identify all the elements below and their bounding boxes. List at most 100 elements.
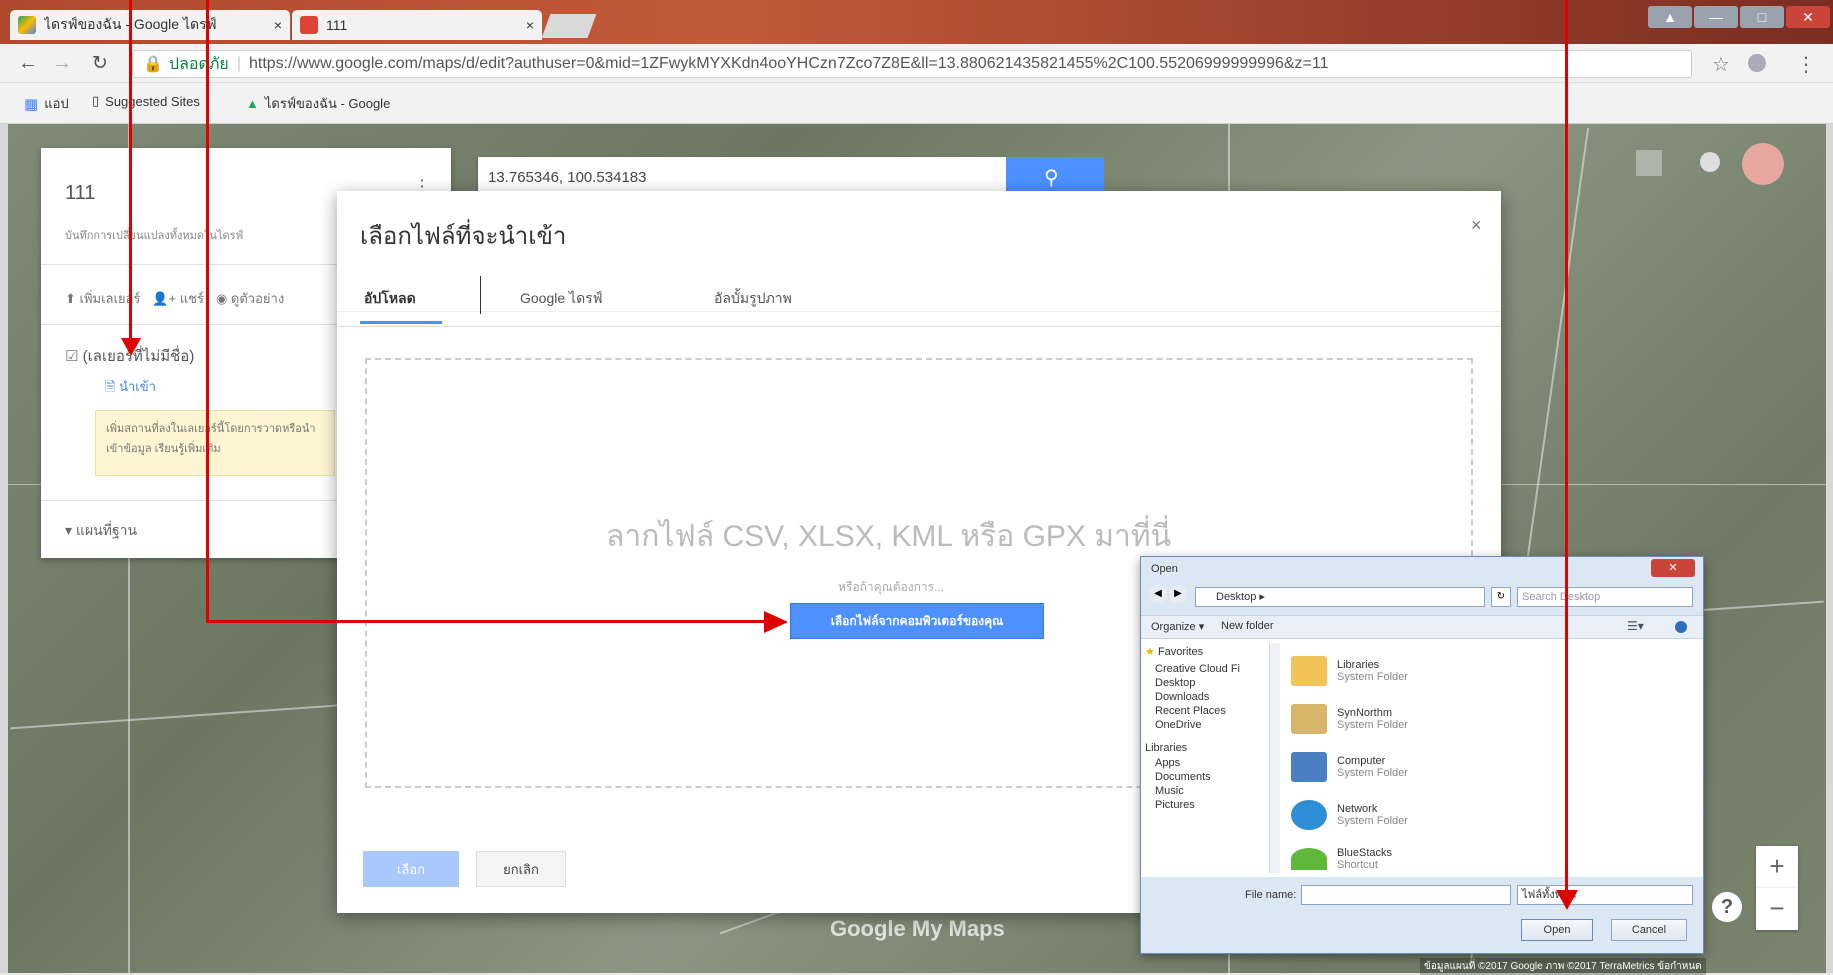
view-icon[interactable]: ☰▾ <box>1627 619 1644 633</box>
basemap-label: แผนที่ฐาน <box>75 522 138 538</box>
dialog-title: Open <box>1151 563 1178 575</box>
cancel-button[interactable]: ยกเลิก <box>476 851 566 887</box>
file-item[interactable]: SynNorthm System Folder <box>1291 695 1681 743</box>
annotation-arrow-line <box>129 0 132 340</box>
nav-item[interactable]: OneDrive <box>1145 718 1265 732</box>
apps-grid-icon[interactable] <box>1636 150 1662 176</box>
bluestacks-icon <box>1291 848 1327 870</box>
url-text: https://www.google.com/maps/d/edit?authu… <box>248 55 1329 72</box>
select-button[interactable]: เลือก <box>363 851 459 887</box>
close-dialog-button[interactable]: × <box>1471 215 1482 236</box>
map-watermark: Google My Maps <box>830 916 1005 941</box>
nav-favorites[interactable]: Favorites <box>1158 646 1203 658</box>
organize-button[interactable]: Organize ▾ <box>1151 620 1204 633</box>
tab-label: ไดรฟ์ของฉัน - Google ไดรฟ์ <box>44 16 217 32</box>
extension-icon[interactable] <box>1748 54 1766 72</box>
file-name-input[interactable] <box>1301 885 1511 905</box>
minimize-icon[interactable]: — <box>1694 6 1738 28</box>
menu-icon[interactable]: ⋮ <box>1796 52 1816 77</box>
zoom-in-button[interactable]: + <box>1756 846 1798 888</box>
star-icon[interactable]: ☆ <box>1712 52 1730 77</box>
user-icon[interactable]: ▲ <box>1648 6 1692 28</box>
library-folder-icon <box>1291 656 1327 686</box>
tab-photo-album[interactable]: อัลบั้มรูปภาพ <box>714 288 792 310</box>
annotation-arrow-line <box>206 620 766 623</box>
nav-item[interactable]: Apps <box>1145 756 1265 770</box>
checkbox-icon[interactable]: ☑ <box>65 348 83 365</box>
address-bar[interactable]: 🔒 ปลอดภัย | https://www.google.com/maps/… <box>132 50 1692 78</box>
file-item[interactable]: Network System Folder <box>1291 791 1681 839</box>
file-type-select[interactable]: ไฟล์ทั้งหมด <box>1517 885 1693 905</box>
nav-item[interactable]: Downloads <box>1145 690 1265 704</box>
file-name: Libraries <box>1337 659 1380 671</box>
file-item[interactable]: BlueStacks Shortcut <box>1291 839 1681 879</box>
close-window-icon[interactable]: ✕ <box>1786 6 1830 28</box>
avatar[interactable] <box>1742 143 1784 185</box>
file-name: BlueStacks <box>1337 847 1393 859</box>
reload-icon[interactable]: ↻ <box>92 52 108 75</box>
new-folder-button[interactable]: New folder <box>1221 620 1274 632</box>
page-icon: ▯ <box>92 93 100 108</box>
bookmark-drive[interactable]: ▲ ไดรฟ์ของฉัน - Google <box>246 93 390 114</box>
file-type: System Folder <box>1337 767 1408 779</box>
secure-label: ปลอดภัย <box>168 55 229 73</box>
bookmark-apps[interactable]: ▦ แอป <box>24 93 69 114</box>
search-box[interactable]: Search Desktop <box>1517 587 1693 607</box>
share-icon: 👤+ <box>152 291 180 306</box>
share-button[interactable]: 👤+ แชร์ <box>152 288 204 309</box>
nav-scrollbar[interactable] <box>1269 643 1280 873</box>
file-icon: 🗎 <box>105 379 120 394</box>
lock-icon: 🔒 <box>143 56 163 73</box>
star-icon: ★ <box>1145 646 1155 658</box>
tab-upload[interactable]: อัปโหลด <box>364 288 416 310</box>
back-icon[interactable]: ◀ <box>1149 585 1167 603</box>
choose-file-button[interactable]: เลือกไฟล์จากคอมพิวเตอร์ของคุณ <box>790 603 1044 639</box>
forward-icon[interactable]: → <box>52 52 72 75</box>
nav-libraries[interactable]: Libraries <box>1145 742 1265 754</box>
back-icon[interactable]: ← <box>18 52 38 75</box>
close-icon[interactable]: ✕ <box>1651 559 1695 577</box>
drive-icon <box>18 16 36 34</box>
forward-icon[interactable]: ▶ <box>1169 585 1187 603</box>
basemap-row[interactable]: ▾ แผนที่ฐาน <box>65 520 137 542</box>
bookmark-suggested[interactable]: ▯ Suggested Sites <box>92 93 200 109</box>
zoom-out-button[interactable]: − <box>1756 888 1798 930</box>
import-link[interactable]: 🗎 นำเข้า <box>105 376 156 400</box>
nav-item[interactable]: Documents <box>1145 770 1265 784</box>
file-type: System Folder <box>1337 671 1408 683</box>
preview-button[interactable]: ◉ ดูตัวอย่าง <box>216 288 284 309</box>
nav-item[interactable]: Desktop <box>1145 676 1265 690</box>
mymaps-icon <box>300 16 318 34</box>
eye-icon: ◉ <box>215 291 231 306</box>
help-icon[interactable] <box>1675 621 1687 633</box>
search-icon: ⚲ <box>1044 167 1059 189</box>
apps-grid-icon: ▦ <box>24 95 39 113</box>
file-item[interactable]: Libraries System Folder <box>1291 647 1681 695</box>
path-bar[interactable]: Desktop ▸ <box>1195 587 1485 607</box>
map-attribution[interactable]: ข้อมูลแผนที่ ©2017 Google ภาพ ©2017 Terr… <box>1420 958 1706 975</box>
open-button[interactable]: Open <box>1521 919 1593 941</box>
file-type: System Folder <box>1337 719 1408 731</box>
close-icon[interactable]: × <box>526 17 534 33</box>
tab-google-drive[interactable]: Google ไดรฟ์ <box>520 288 603 310</box>
refresh-icon[interactable]: ↻ <box>1491 587 1511 607</box>
bookmark-label: Suggested Sites <box>105 93 200 109</box>
nav-item[interactable]: Recent Places <box>1145 704 1265 718</box>
add-layer-icon: ⬆ <box>65 291 80 306</box>
close-icon[interactable]: × <box>274 17 282 33</box>
nav-item[interactable]: Creative Cloud Fi <box>1145 662 1265 676</box>
tab-mymaps[interactable]: 111 × <box>292 10 542 40</box>
preview-label: ดูตัวอย่าง <box>230 291 285 306</box>
open-file-dialog: Open ✕ ◀ ▶ Desktop ▸ ↻ Search Desktop Or… <box>1140 556 1704 954</box>
new-tab-button[interactable] <box>541 14 597 38</box>
file-name-label: File name: <box>1245 889 1297 901</box>
cancel-button[interactable]: Cancel <box>1611 919 1687 941</box>
maximize-icon[interactable]: □ <box>1740 6 1784 28</box>
map-title[interactable]: 111 <box>65 182 95 205</box>
help-icon[interactable]: ? <box>1712 892 1742 922</box>
file-item[interactable]: Computer System Folder <box>1291 743 1681 791</box>
nav-item[interactable]: Music <box>1145 784 1265 798</box>
nav-item[interactable]: Pictures <box>1145 798 1265 812</box>
tab-drive[interactable]: ไดรฟ์ของฉัน - Google ไดรฟ์ × <box>10 10 290 40</box>
notification-icon[interactable] <box>1700 152 1720 172</box>
